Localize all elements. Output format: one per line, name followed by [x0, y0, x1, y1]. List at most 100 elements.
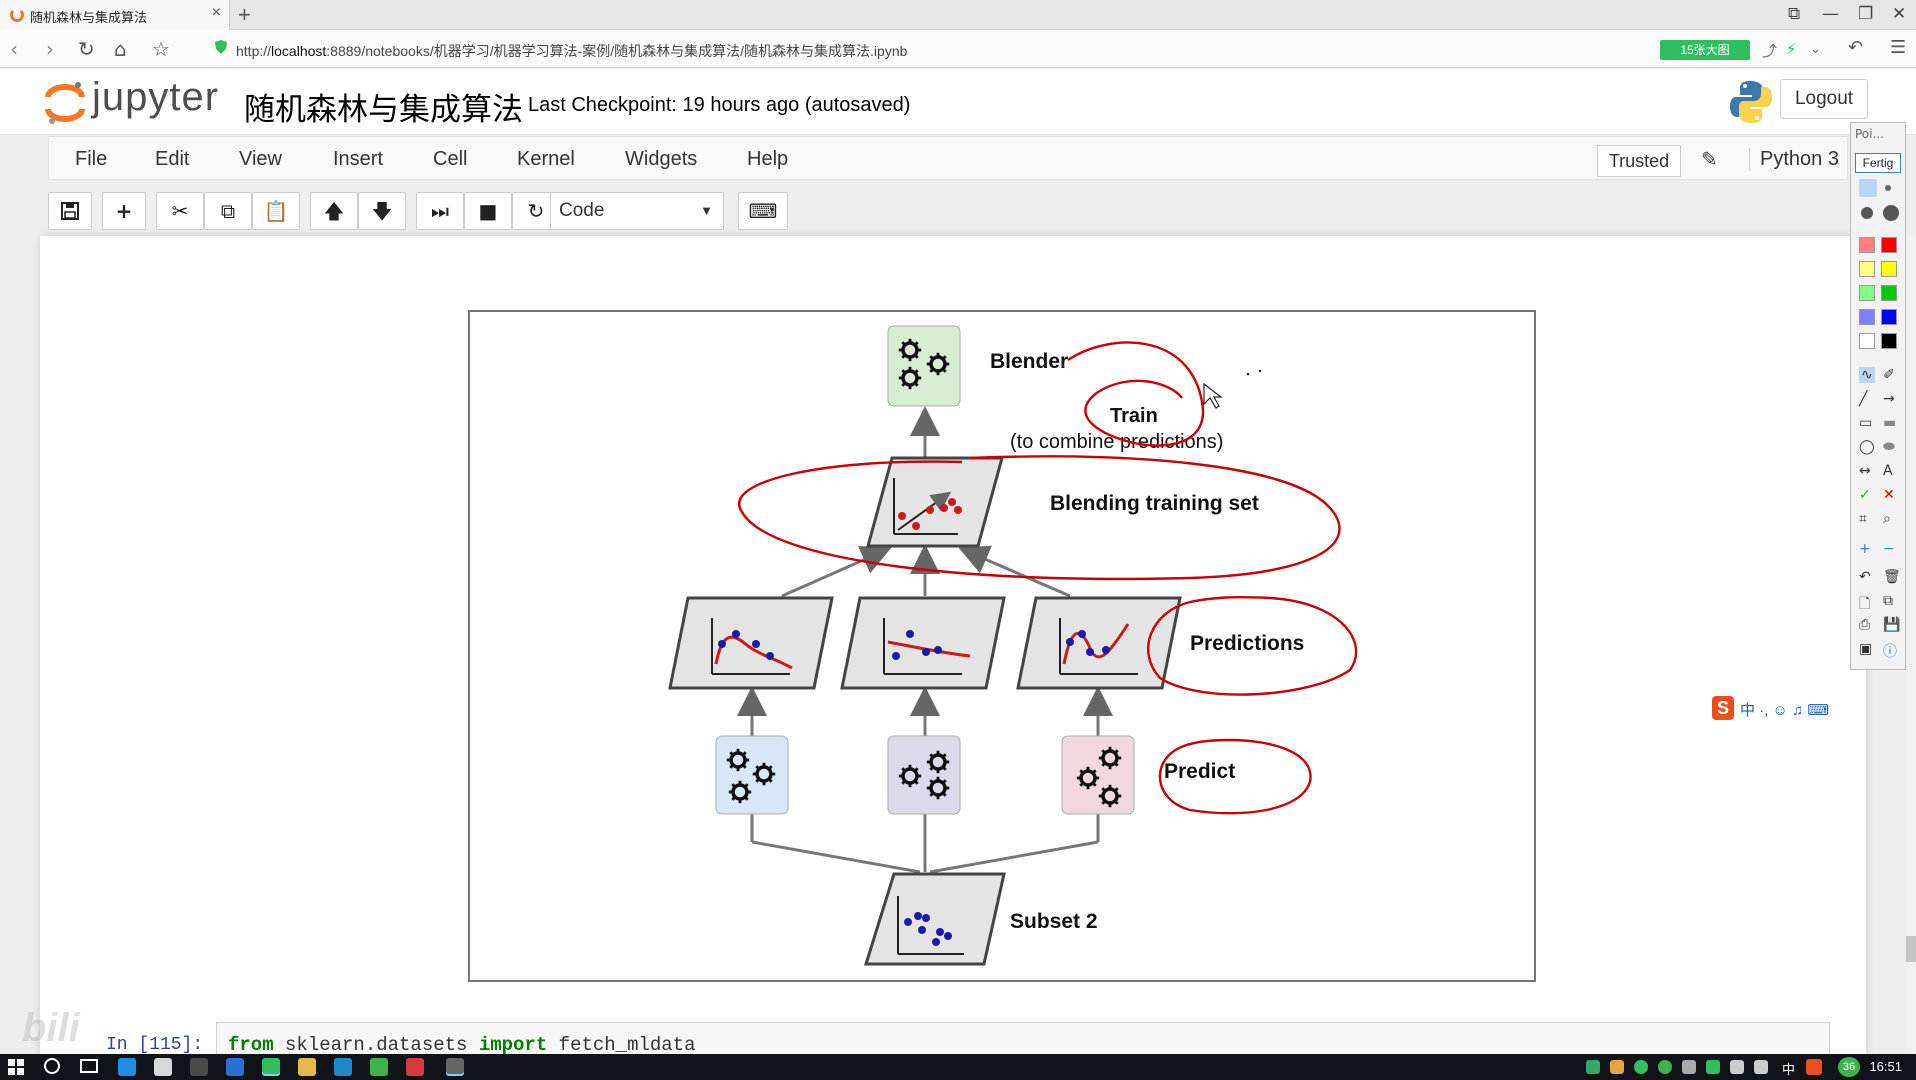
sogou-tray-icon[interactable]: [1806, 1059, 1822, 1075]
screen-icon[interactable]: ▣: [1859, 641, 1872, 657]
menu-view[interactable]: View: [239, 148, 282, 171]
line-tool-icon[interactable]: ╱: [1859, 391, 1867, 407]
swatch-light-green[interactable]: [1859, 285, 1875, 301]
save-drawing-icon[interactable]: 💾: [1883, 617, 1900, 633]
jupyter-logo-text[interactable]: jupyter: [92, 75, 219, 120]
app-icon-2[interactable]: [370, 1058, 388, 1076]
new-page-icon[interactable]: 🗋: [1859, 593, 1870, 617]
tray-icon-5[interactable]: [1682, 1060, 1696, 1074]
paste-button[interactable]: 📋: [252, 192, 300, 230]
move-up-button[interactable]: 🡅: [310, 192, 358, 230]
filled-ellipse-tool-icon[interactable]: ⬬: [1883, 439, 1895, 455]
edge-icon[interactable]: [118, 1058, 136, 1076]
swatch-light-yellow[interactable]: [1859, 261, 1875, 277]
move-down-button[interactable]: 🡇: [358, 192, 406, 230]
logout-button[interactable]: Logout: [1780, 79, 1868, 119]
pen-size-large-button[interactable]: [1861, 207, 1873, 219]
jupyter-logo-icon[interactable]: [44, 79, 86, 125]
dropdown-chevron-icon[interactable]: ⌄: [1810, 42, 1821, 57]
windows-start-icon[interactable]: [8, 1059, 24, 1075]
arrow-tool-icon[interactable]: →: [1883, 391, 1895, 407]
minimize-button[interactable]: —: [1822, 4, 1839, 24]
pen-size-small-button[interactable]: [1859, 179, 1877, 197]
bookmark-star-icon[interactable]: ☆: [152, 37, 170, 61]
restore-button[interactable]: ❐: [1858, 4, 1873, 24]
menu-edit[interactable]: Edit: [155, 148, 189, 171]
task-view-icon[interactable]: [80, 1059, 98, 1073]
interrupt-button[interactable]: ■: [464, 192, 512, 230]
url-field[interactable]: http://localhost:8889/notebooks/机器学习/机器学…: [236, 41, 907, 61]
swatch-white[interactable]: [1859, 333, 1875, 349]
taskbar-clock[interactable]: 16:51: [1869, 1059, 1902, 1074]
forward-icon[interactable]: ›: [46, 37, 54, 61]
menu-cell[interactable]: Cell: [433, 148, 467, 171]
run-cell-button[interactable]: ⏭: [416, 192, 464, 230]
palette-done-button[interactable]: Fertig: [1855, 153, 1901, 173]
cut-button[interactable]: ✂: [156, 192, 204, 230]
double-arrow-tool-icon[interactable]: ↔: [1859, 463, 1871, 479]
copy-button[interactable]: ⧉: [204, 192, 252, 230]
remove-page-icon[interactable]: −: [1883, 541, 1895, 557]
freehand-tool-icon[interactable]: ∿: [1859, 367, 1875, 383]
print-icon[interactable]: ⎙: [1859, 617, 1870, 633]
kernel-name[interactable]: Python 3: [1749, 148, 1839, 171]
menu-kernel[interactable]: Kernel: [517, 148, 575, 171]
menu-help[interactable]: Help: [747, 148, 788, 171]
pen-size-xlarge-button[interactable]: [1883, 205, 1899, 221]
explorer-icon[interactable]: [298, 1058, 316, 1076]
browser-menu-icon[interactable]: ☰: [1890, 37, 1906, 58]
code-cell-text[interactable]: from sklearn.datasets import fetch_mldat…: [228, 1034, 696, 1056]
tray-ime-indicator[interactable]: 中: [1782, 1059, 1795, 1078]
share-icon[interactable]: ⤴: [1762, 40, 1777, 61]
rectangle-tool-icon[interactable]: ▭: [1859, 415, 1872, 431]
app-icon-4[interactable]: [446, 1058, 464, 1076]
app-icon-3[interactable]: [406, 1058, 424, 1076]
swatch-green[interactable]: [1881, 285, 1897, 301]
swatch-red[interactable]: [1881, 237, 1897, 253]
undo-tool-icon[interactable]: ↶: [1859, 569, 1871, 585]
search-icon[interactable]: [44, 1058, 60, 1074]
trash-icon[interactable]: 🗑: [1883, 569, 1901, 585]
pen-size-medium-button[interactable]: [1885, 185, 1891, 191]
add-page-icon[interactable]: +: [1859, 541, 1871, 557]
close-window-button[interactable]: ✕: [1892, 4, 1906, 24]
text-tool-icon[interactable]: A: [1883, 463, 1893, 479]
app-icon-1[interactable]: [334, 1058, 352, 1076]
info-icon[interactable]: ⓘ: [1883, 641, 1897, 661]
swatch-black[interactable]: [1881, 333, 1897, 349]
store-icon[interactable]: [154, 1058, 172, 1076]
vscode-icon[interactable]: [226, 1058, 244, 1076]
swatch-yellow[interactable]: [1881, 261, 1897, 277]
filled-rectangle-tool-icon[interactable]: ▬: [1883, 415, 1896, 431]
cross-tool-icon[interactable]: ✕: [1883, 487, 1895, 503]
swatch-light-red[interactable]: [1859, 237, 1875, 253]
tray-icon-2[interactable]: [1610, 1060, 1624, 1074]
tab-close-button[interactable]: ×: [212, 4, 221, 22]
insert-cell-button[interactable]: +: [102, 192, 146, 230]
network-icon[interactable]: [1730, 1060, 1744, 1074]
tray-icon-1[interactable]: [1586, 1060, 1600, 1074]
browser-tab[interactable]: 随机森林与集成算法 ×: [0, 0, 230, 30]
wechat-tray-icon[interactable]: [1658, 1060, 1672, 1074]
menu-insert[interactable]: Insert: [333, 148, 383, 171]
lightning-icon[interactable]: ⚡: [1786, 40, 1797, 58]
trusted-indicator[interactable]: Trusted: [1597, 145, 1681, 177]
vertical-scrollbar[interactable]: [1906, 236, 1916, 1054]
extension-badge[interactable]: 15张大图: [1660, 40, 1750, 60]
cell-type-select[interactable]: Code ▼: [550, 192, 724, 230]
marker-tool-icon[interactable]: ✐: [1883, 367, 1895, 383]
tray-icon-6[interactable]: [1706, 1060, 1720, 1074]
save-button[interactable]: [48, 192, 92, 230]
zoom-tool-icon[interactable]: ⌕: [1883, 511, 1891, 527]
crop-tool-icon[interactable]: ⌗: [1859, 511, 1867, 527]
mail-icon[interactable]: [190, 1058, 208, 1076]
ellipse-tool-icon[interactable]: ◯: [1859, 439, 1875, 455]
tray-icon-3[interactable]: [1634, 1060, 1648, 1074]
scrollbar-thumb[interactable]: [1906, 936, 1916, 962]
check-tool-icon[interactable]: ✓: [1859, 487, 1871, 503]
command-palette-button[interactable]: ⌨: [738, 192, 788, 230]
browser-taskbar-icon[interactable]: [262, 1058, 280, 1076]
volume-icon[interactable]: [1754, 1060, 1768, 1074]
menu-file[interactable]: File: [75, 148, 107, 171]
menu-widgets[interactable]: Widgets: [625, 148, 697, 171]
